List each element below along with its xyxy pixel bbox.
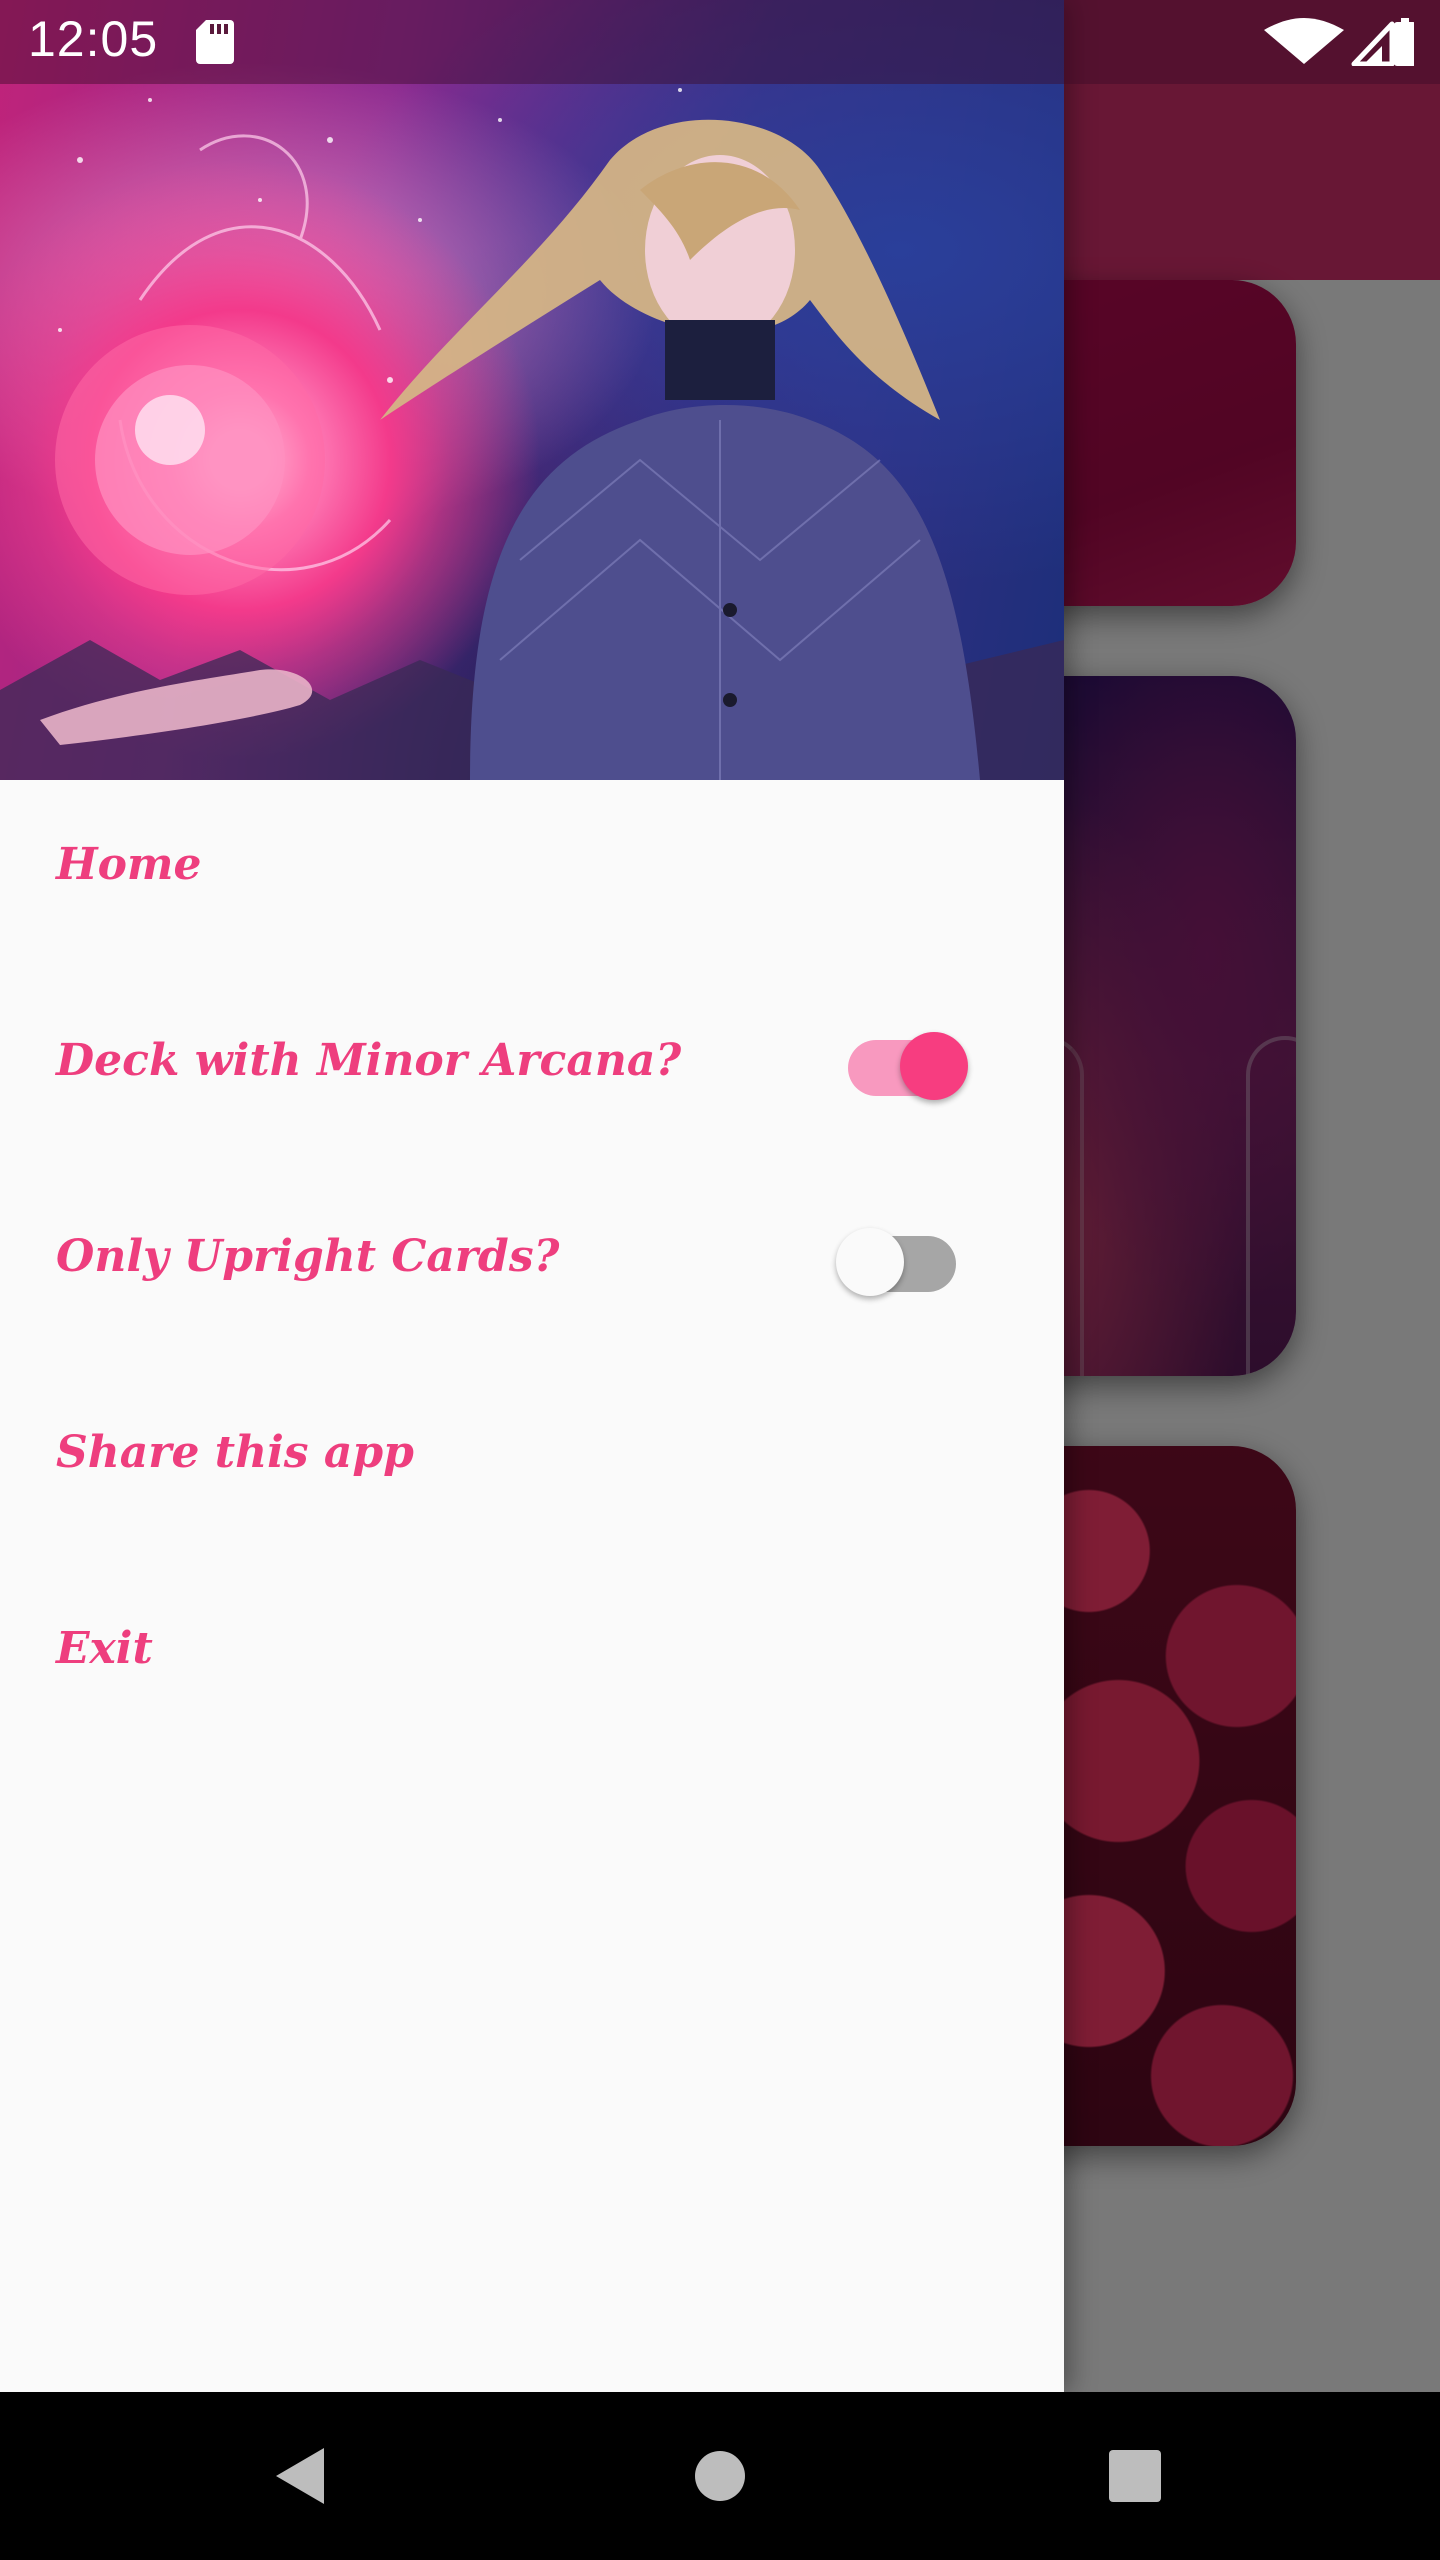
upright-only-switch[interactable] bbox=[836, 1216, 966, 1296]
recents-icon[interactable] bbox=[1109, 2450, 1161, 2502]
menu-label-upright-only: Only Upright Cards? bbox=[56, 1230, 560, 1282]
menu-label-exit: Exit bbox=[56, 1622, 153, 1674]
menu-label-minor-arcana: Deck with Minor Arcana? bbox=[56, 1034, 682, 1086]
status-bar: 12:05 bbox=[0, 0, 1440, 84]
switch-thumb bbox=[900, 1032, 968, 1100]
status-time: 12:05 bbox=[28, 11, 159, 67]
woman-with-orb-illustration bbox=[0, 88, 1064, 780]
screen: Home Deck with Minor Arcana? Only Uprigh… bbox=[0, 0, 1440, 2560]
menu-label-home: Home bbox=[56, 838, 202, 890]
menu-item-minor-arcana[interactable]: Deck with Minor Arcana? bbox=[0, 976, 1064, 1172]
menu-item-home[interactable]: Home bbox=[0, 780, 1064, 976]
drawer-header-image bbox=[0, 0, 1064, 780]
back-icon[interactable] bbox=[272, 2446, 328, 2506]
menu-item-share[interactable]: Share this app bbox=[0, 1368, 1064, 1564]
status-icons bbox=[1264, 18, 1414, 66]
menu-item-upright-only[interactable]: Only Upright Cards? bbox=[0, 1172, 1064, 1368]
navigation-drawer: Home Deck with Minor Arcana? Only Uprigh… bbox=[0, 0, 1064, 2392]
minor-arcana-switch[interactable] bbox=[838, 1020, 968, 1100]
navigation-bar bbox=[0, 2392, 1440, 2560]
menu-item-exit[interactable]: Exit bbox=[0, 1564, 1064, 1760]
drawer-menu: Home Deck with Minor Arcana? Only Uprigh… bbox=[0, 780, 1064, 1760]
switch-thumb bbox=[836, 1228, 904, 1296]
menu-label-share: Share this app bbox=[56, 1426, 414, 1478]
sd-card-icon bbox=[196, 20, 234, 64]
wifi-icon bbox=[1264, 18, 1344, 64]
home-icon[interactable] bbox=[694, 2450, 746, 2502]
battery-icon bbox=[1394, 18, 1414, 66]
